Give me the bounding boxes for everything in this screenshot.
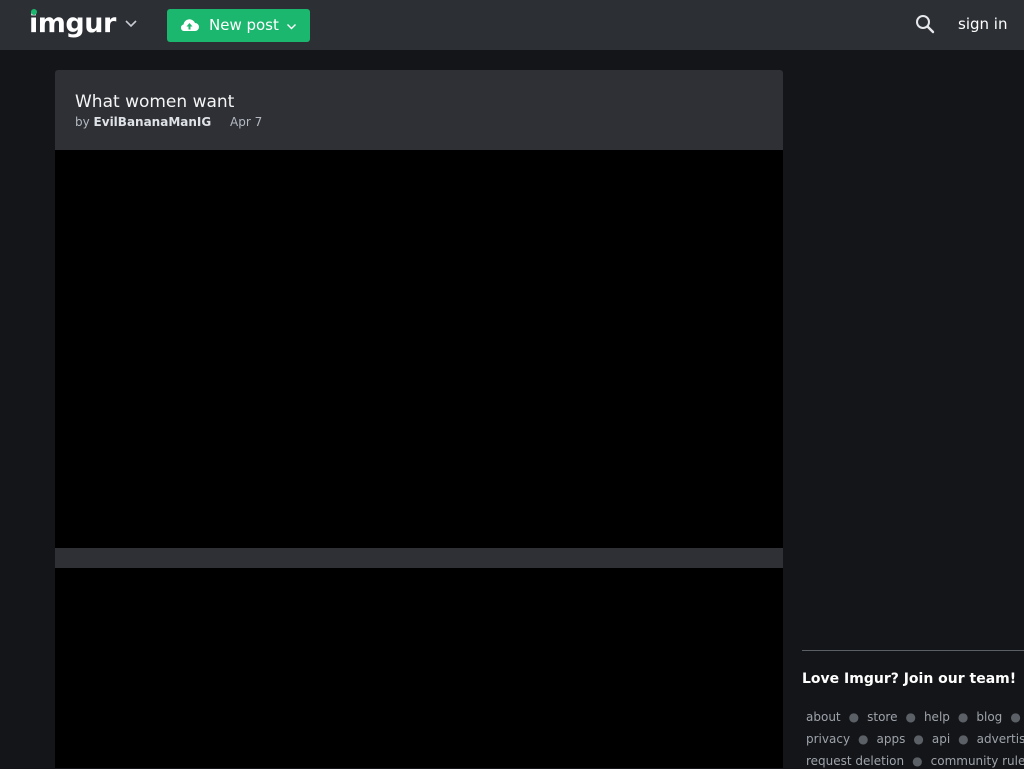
footer-link-advertise[interactable]: advertise [977,732,1024,746]
separator-dot: ● [912,754,923,768]
footer-link-request-deletion[interactable]: request deletion [806,754,904,768]
footer-link-help[interactable]: help [924,710,950,724]
footer-link-store[interactable]: store [867,710,897,724]
footer-link-api[interactable]: api [932,732,950,746]
author-link[interactable]: EvilBananaManIG [94,115,212,129]
by-label: by [75,115,90,129]
separator-dot: ● [905,710,916,724]
sidebar-divider [802,650,1024,651]
post-media-2[interactable] [55,568,783,768]
separator-dot: ● [958,732,969,746]
separator-dot: ● [913,732,924,746]
media-divider [55,548,783,568]
post-title: What women want [75,92,235,112]
new-post-label: New post [209,16,279,34]
logo-dot-accent [31,9,37,15]
footer-links-row: request deletion●community rules● [806,753,1024,769]
separator-dot: ● [848,710,860,724]
chevron-down-icon[interactable] [124,17,138,31]
chevron-down-icon[interactable] [286,21,297,32]
careers-link[interactable]: Love Imgur? Join our team! [802,670,1016,688]
post-media-1[interactable] [55,150,783,548]
sign-in-link[interactable]: sign in [958,14,1007,34]
footer-link-blog[interactable]: blog [976,710,1002,724]
separator-dot: ● [957,710,969,724]
search-icon[interactable] [915,14,935,34]
footer-link-privacy[interactable]: privacy [806,732,850,746]
separator-dot: ● [1010,710,1021,724]
post-date: Apr 7 [230,115,263,129]
footer-link-community-rules[interactable]: community rules [931,754,1024,768]
post-header: What women want by EvilBananaManIG Apr 7 [55,70,783,150]
separator-dot: ● [858,732,869,746]
footer-link-apps[interactable]: apps [877,732,906,746]
new-post-button[interactable]: New post [167,9,310,42]
footer-link-about[interactable]: about [806,710,841,724]
post-meta: by EvilBananaManIG Apr 7 [75,114,262,130]
footer-links-row: about●store●help●blog●ter [806,709,1024,725]
imgur-logo[interactable]: imgur [29,8,116,40]
top-navigation-bar: imgur New post sign in [0,0,1024,50]
footer-links-row: privacy●apps●api●advertise● [806,731,1024,747]
cloud-upload-icon [180,19,199,31]
